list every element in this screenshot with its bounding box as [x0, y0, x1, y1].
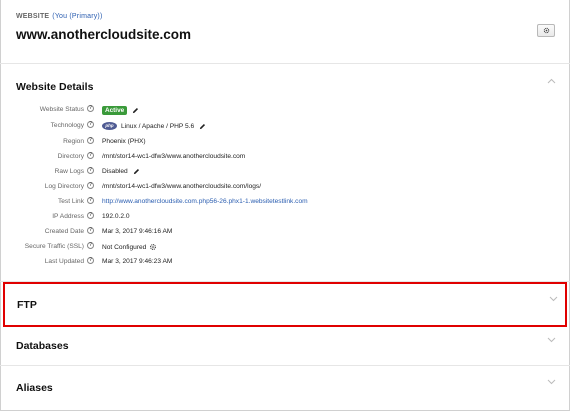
aliases-title[interactable]: Aliases: [16, 382, 53, 394]
chevron-down-icon[interactable]: [549, 296, 558, 302]
website-label: WEBSITE: [16, 13, 50, 20]
databases-title[interactable]: Databases: [16, 340, 69, 352]
help-icon[interactable]: ?: [87, 121, 94, 128]
databases-section[interactable]: Databases: [0, 328, 570, 366]
detail-row-raw-logs: Raw Logs ? Disabled: [0, 167, 560, 179]
detail-row-region: Region ? Phoenix (PHX): [0, 137, 560, 149]
region-label: Region: [63, 138, 84, 145]
directory-label: Directory: [57, 153, 84, 160]
detail-row-test-link: Test Link ? http://www.anothercloudsite.…: [0, 197, 560, 209]
secure-traffic-text: Not Configured: [102, 243, 147, 251]
pencil-icon[interactable]: [199, 123, 206, 130]
created-date-value: Mar 3, 2017 9:46:16 AM: [102, 228, 173, 235]
settings-cog-icon[interactable]: [149, 243, 157, 251]
region-value: Phoenix (PHX): [102, 138, 146, 145]
chevron-down-icon[interactable]: [547, 379, 556, 385]
chevron-up-icon[interactable]: [547, 78, 556, 84]
ip-address-value: 192.0.2.0: [102, 213, 130, 220]
php-logo: php: [102, 122, 117, 130]
detail-row-secure-traffic: Secure Traffic (SSL) ? Not Configured: [0, 242, 560, 254]
last-updated-value: Mar 3, 2017 9:46:23 AM: [102, 258, 173, 265]
help-icon[interactable]: ?: [87, 227, 94, 234]
log-directory-label: Log Directory: [44, 183, 84, 190]
detail-row-technology: Technology ? php Linux / Apache / PHP 5.…: [0, 121, 560, 133]
help-icon[interactable]: ?: [87, 182, 94, 189]
gear-icon: [543, 27, 549, 34]
technology-label: Technology: [50, 122, 84, 129]
ip-address-label: IP Address: [52, 213, 84, 220]
test-link-label: Test Link: [57, 198, 84, 205]
help-icon[interactable]: ?: [87, 137, 94, 144]
help-icon[interactable]: ?: [87, 152, 94, 159]
directory-value: /mnt/stor14-wc1-dfw3/www.anothercloudsit…: [102, 153, 246, 160]
log-directory-value: /mnt/stor14-wc1-dfw3/www.anothercloudsit…: [102, 183, 262, 190]
detail-row-log-directory: Log Directory ? /mnt/stor14-wc1-dfw3/www…: [0, 182, 560, 194]
website-eyebrow: WEBSITE (You (Primary)): [16, 13, 103, 20]
detail-row-directory: Directory ? /mnt/stor14-wc1-dfw3/www.ano…: [0, 152, 560, 164]
settings-button[interactable]: [537, 24, 555, 37]
help-icon[interactable]: ?: [87, 242, 94, 249]
ftp-section[interactable]: FTP: [3, 282, 567, 327]
pencil-icon[interactable]: [133, 168, 140, 175]
page-title: www.anothercloudsite.com: [16, 27, 192, 42]
raw-logs-text: Disabled: [102, 168, 128, 175]
help-icon[interactable]: ?: [87, 257, 94, 264]
ftp-title[interactable]: FTP: [17, 299, 37, 311]
raw-logs-label: Raw Logs: [54, 168, 84, 175]
owner-link[interactable]: (You (Primary)): [52, 13, 102, 20]
detail-row-ip-address: IP Address ? 192.0.2.0: [0, 212, 560, 224]
secure-traffic-value: Not Configured: [102, 243, 157, 251]
status-badge: Active: [102, 106, 128, 115]
status-label: Website Status: [39, 106, 84, 113]
website-details-section: Website Details Website Status ? Active …: [0, 64, 570, 282]
pencil-icon[interactable]: [132, 107, 139, 114]
technology-value: php Linux / Apache / PHP 5.6: [102, 122, 206, 130]
help-icon[interactable]: ?: [87, 197, 94, 204]
aliases-section[interactable]: Aliases: [0, 366, 570, 411]
created-date-label: Created Date: [44, 228, 84, 235]
detail-row-last-updated: Last Updated ? Mar 3, 2017 9:46:23 AM: [0, 257, 560, 269]
help-icon[interactable]: ?: [87, 105, 94, 112]
status-value: Active: [102, 106, 139, 115]
secure-traffic-label: Secure Traffic (SSL): [24, 243, 84, 250]
technology-text: Linux / Apache / PHP 5.6: [121, 122, 195, 130]
last-updated-label: Last Updated: [44, 258, 84, 265]
raw-logs-value: Disabled: [102, 168, 140, 175]
website-details-title[interactable]: Website Details: [16, 81, 93, 93]
detail-row-status: Website Status ? Active: [0, 105, 560, 117]
test-link[interactable]: http://www.anothercloudsite.com.php56-26…: [102, 198, 308, 205]
site-header: WEBSITE (You (Primary)) www.anotherclouds…: [0, 0, 570, 64]
help-icon[interactable]: ?: [87, 212, 94, 219]
chevron-down-icon[interactable]: [547, 337, 556, 343]
detail-row-created-date: Created Date ? Mar 3, 2017 9:46:16 AM: [0, 227, 560, 239]
help-icon[interactable]: ?: [87, 167, 94, 174]
